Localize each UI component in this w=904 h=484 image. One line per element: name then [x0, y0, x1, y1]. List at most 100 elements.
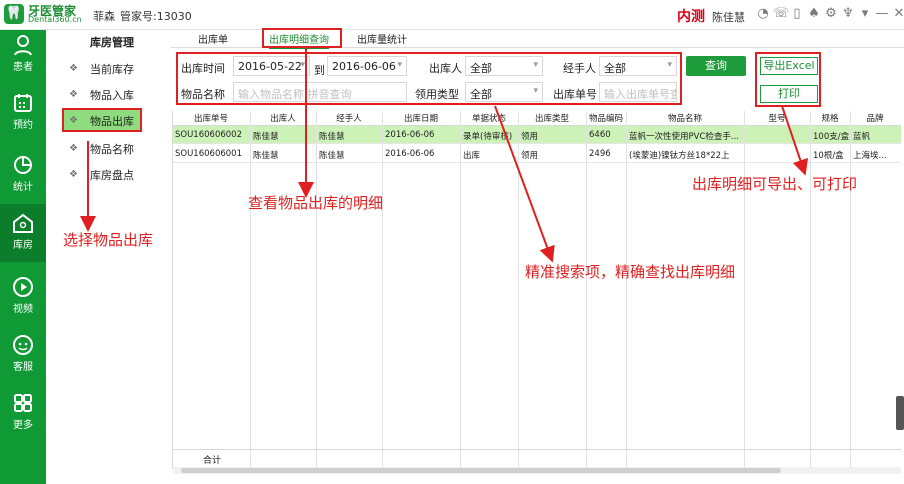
- nav-item-appointments[interactable]: 预约: [0, 88, 46, 138]
- date-from-field[interactable]: 2016-05-22 ▾: [233, 56, 310, 76]
- submenu-item-current-stock[interactable]: ❖ 当前库存: [62, 56, 168, 80]
- cell-item-name: 蓝帆一次性使用PVC检查手...: [629, 132, 739, 142]
- column-header[interactable]: 品牌: [851, 112, 899, 124]
- column-divider: [586, 111, 587, 469]
- date-from-value: 2016-05-22: [238, 60, 302, 73]
- window-icon[interactable]: ▯: [790, 6, 804, 22]
- cell-status: 出库: [463, 151, 481, 161]
- cell-handler: 陈佳慧: [319, 132, 345, 142]
- submenu-item-label: 物品出库: [90, 115, 134, 128]
- nav-item-service[interactable]: 客服: [0, 330, 46, 380]
- tab-outbound-stats[interactable]: 出库量统计: [357, 31, 407, 46]
- submenu-item-item-names[interactable]: ❖ 物品名称: [62, 136, 168, 160]
- nav-item-patients[interactable]: 患者: [0, 30, 46, 80]
- scrollbar-thumb[interactable]: [181, 468, 781, 473]
- column-header[interactable]: 规格: [811, 112, 849, 124]
- export-excel-button[interactable]: 导出Excel: [760, 57, 818, 75]
- column-divider: [460, 111, 461, 469]
- pie-chart-icon: [14, 156, 32, 174]
- cell-status: 录单(待审核): [463, 132, 513, 142]
- annotation-select-outbound: 选择物品出库: [63, 231, 154, 249]
- handler-value: 全部: [604, 62, 626, 75]
- outbound-detail-table: 出库单号 出库人 经手人 出库日期 单据状态 出库类型 物品编码 物品名称 型号…: [172, 111, 901, 474]
- usage-type-select[interactable]: 全部 ▾: [465, 82, 543, 102]
- total-label: 合计: [203, 456, 222, 466]
- column-header[interactable]: 出库类型: [519, 112, 585, 124]
- column-header[interactable]: 单据状态: [461, 112, 517, 124]
- nav-label: 患者: [13, 62, 33, 73]
- horizontal-scrollbar[interactable]: [173, 467, 901, 474]
- user-name[interactable]: 陈佳慧: [712, 9, 745, 25]
- column-divider: [810, 111, 811, 469]
- cell-item-name: (埃蒙迪)镍钛方丝18*22上: [629, 151, 730, 161]
- side-panel-handle[interactable]: [896, 396, 904, 430]
- warehouse-icon: [13, 213, 33, 233]
- print-button[interactable]: 打印: [760, 85, 818, 103]
- order-number-input[interactable]: 输入出库单号查: [599, 82, 677, 102]
- column-header[interactable]: 型号: [745, 112, 809, 124]
- table-row[interactable]: SOU160606002 陈佳慧 陈佳慧 2016-06-06 录单(待审核) …: [173, 126, 901, 144]
- cell-item-code: 6460: [589, 130, 611, 140]
- left-nav: 患者 预约 统计 库房 视频 客服 更多: [0, 30, 46, 484]
- submenu-item-label: 库房盘点: [90, 169, 134, 182]
- column-header[interactable]: 出库人: [251, 112, 315, 124]
- chevron-down-icon: ▾: [300, 60, 305, 70]
- wifi-icon[interactable]: ▾: [858, 6, 872, 22]
- annotation-view-details: 查看物品出库的明细: [248, 194, 384, 212]
- operator-select[interactable]: 全部 ▾: [465, 56, 543, 76]
- annotation-export-print: 出库明细可导出、可打印: [692, 175, 858, 193]
- column-header[interactable]: 出库单号: [173, 112, 249, 124]
- date-to-field[interactable]: 2016-06-06 ▾: [327, 56, 407, 76]
- settings-icon[interactable]: ⚙: [824, 6, 838, 22]
- handler-select[interactable]: 全部 ▾: [599, 56, 677, 76]
- nav-label: 库房: [13, 240, 33, 251]
- calendar-icon: [14, 94, 32, 112]
- operator-label: 出库人: [429, 62, 462, 75]
- submenu-item-inbound[interactable]: ❖ 物品入库: [62, 82, 168, 106]
- cell-operator: 陈佳慧: [253, 132, 279, 142]
- column-divider: [382, 111, 383, 469]
- nav-item-more[interactable]: 更多: [0, 388, 46, 438]
- column-header[interactable]: 出库日期: [383, 112, 459, 124]
- to-label: 到: [314, 64, 325, 77]
- nav-item-warehouse[interactable]: 库房: [0, 204, 46, 262]
- clinic-name: 菲森: [93, 10, 115, 23]
- item-name-input[interactable]: 输入物品名称,拼音查询: [233, 82, 407, 102]
- cell-date: 2016-06-06: [385, 130, 435, 140]
- logo-subtitle: Dental360.cn: [28, 15, 82, 24]
- chevron-down-icon: ▾: [397, 60, 402, 70]
- query-button[interactable]: 查询: [686, 56, 746, 76]
- chat-icon[interactable]: ◔: [756, 6, 770, 22]
- annotation-precise-search: 精准搜索项，精确查找出库明细: [525, 263, 736, 281]
- column-divider: [626, 111, 627, 469]
- cell-date: 2016-06-06: [385, 149, 435, 159]
- minimize-icon[interactable]: —: [875, 6, 889, 22]
- submenu-title: 库房管理: [90, 36, 134, 49]
- cell-handler: 陈佳慧: [319, 151, 345, 161]
- tab-outbound-orders[interactable]: 出库单: [198, 31, 228, 46]
- diamond-icon: ❖: [69, 63, 78, 74]
- close-icon[interactable]: ✕: [892, 6, 904, 22]
- cell-order-no: SOU160606001: [175, 149, 242, 159]
- column-header[interactable]: 经手人: [317, 112, 381, 124]
- cell-type: 领用: [521, 132, 539, 142]
- submenu-item-label: 当前库存: [90, 63, 134, 76]
- submenu-item-stocktake[interactable]: ❖ 库房盘点: [62, 162, 168, 186]
- nav-item-statistics[interactable]: 统计: [0, 150, 46, 200]
- column-divider: [250, 111, 251, 469]
- tshirt-icon[interactable]: ♆: [841, 6, 855, 22]
- column-header[interactable]: 物品名称: [627, 112, 743, 124]
- column-divider: [850, 111, 851, 469]
- column-divider: [518, 111, 519, 469]
- column-divider: [744, 111, 745, 469]
- phone-icon[interactable]: ☏: [773, 6, 789, 22]
- submenu-item-outbound[interactable]: ❖ 物品出库: [62, 108, 142, 132]
- bell-icon[interactable]: ♠: [807, 6, 821, 22]
- nav-item-video[interactable]: 视频: [0, 272, 46, 322]
- table-row[interactable]: SOU160606001 陈佳慧 陈佳慧 2016-06-06 出库 领用 24…: [173, 145, 901, 163]
- cell-order-no: SOU160606002: [175, 130, 242, 140]
- column-header[interactable]: 物品编码: [587, 112, 625, 124]
- table-footer: 合计: [173, 449, 901, 466]
- date-label: 出库时间: [181, 62, 225, 75]
- account-id: 管家号:13030: [120, 10, 192, 23]
